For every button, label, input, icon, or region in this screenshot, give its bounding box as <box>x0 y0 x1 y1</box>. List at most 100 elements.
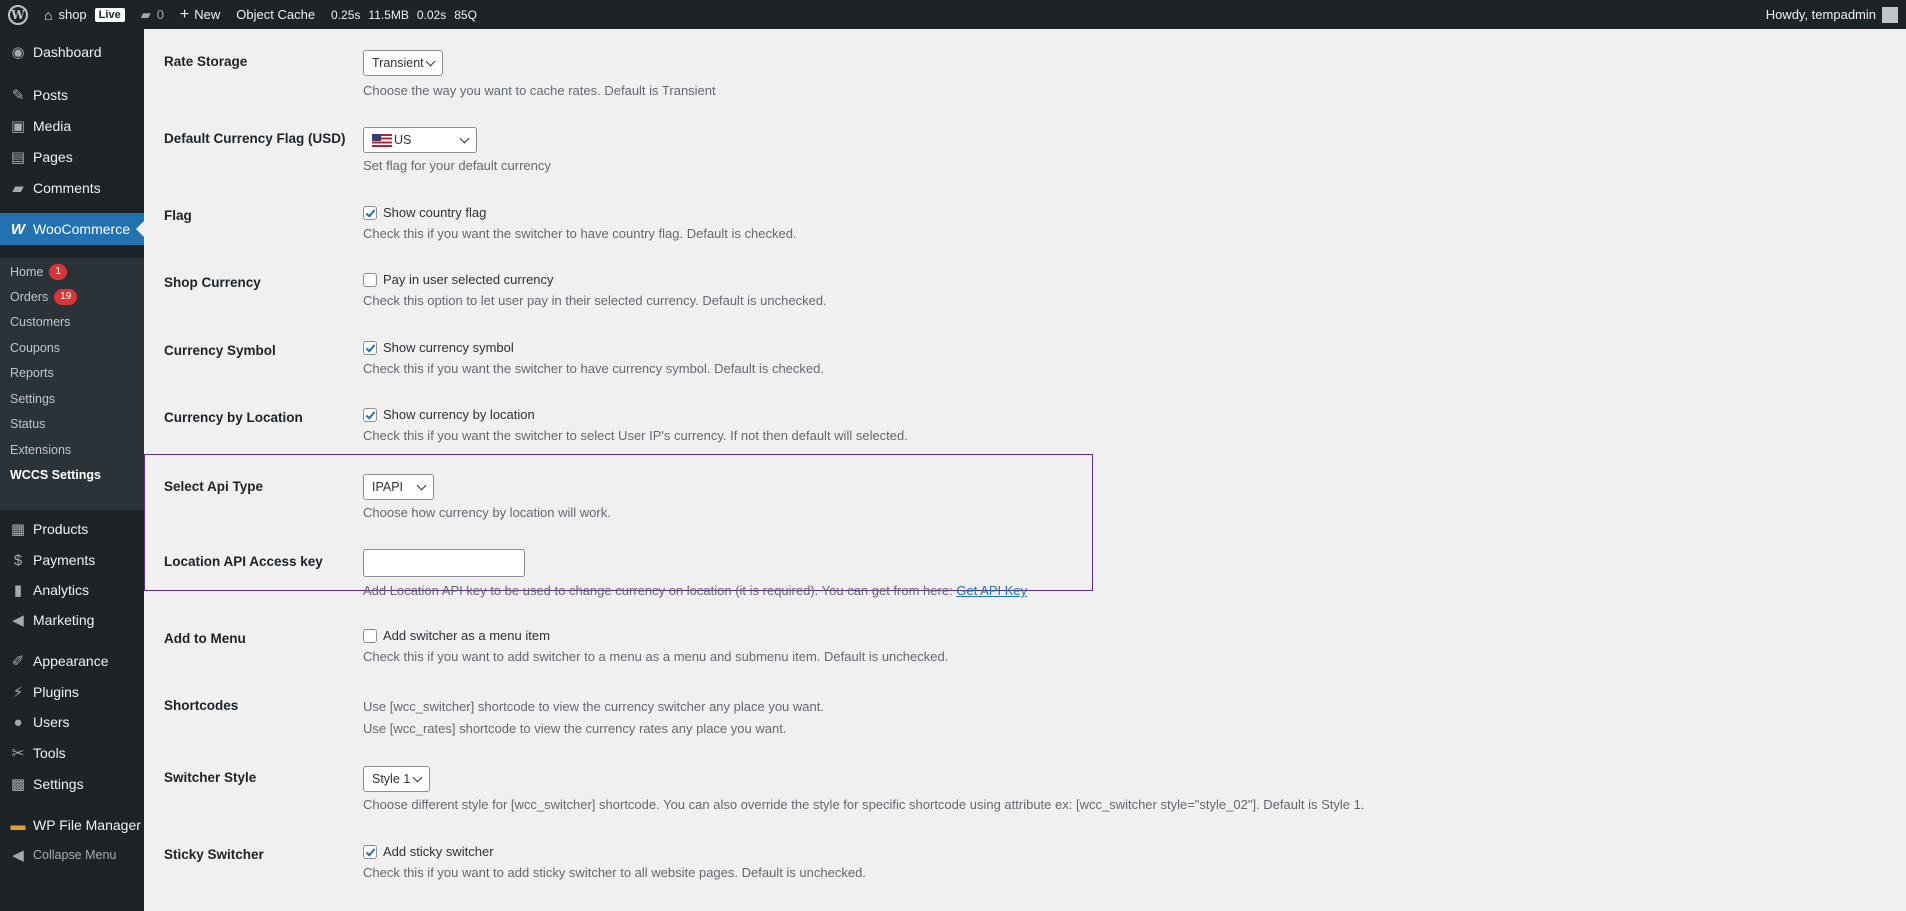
menu-item-payments[interactable]: $ Payments <box>0 544 144 576</box>
menu-item-posts[interactable]: ✎ Posts <box>0 79 144 111</box>
menu-item-media[interactable]: ▣ Media <box>0 110 144 142</box>
menu-item-woocommerce[interactable]: W WooCommerce <box>0 213 144 245</box>
submenu-wccs-settings[interactable]: WCCS Settings <box>10 464 101 486</box>
live-badge: Live <box>94 7 125 22</box>
select-value: Transient <box>372 56 424 70</box>
menu-item-products[interactable]: ▦ Products <box>0 513 144 545</box>
menu-label: Users <box>33 714 70 730</box>
plugin-icon: ⚡ <box>12 684 24 701</box>
currency-symbol-label: Currency Symbol <box>164 343 276 358</box>
object-cache-label: Object Cache <box>236 7 316 22</box>
avatar <box>1882 6 1898 23</box>
location-api-key-input[interactable] <box>363 549 525 577</box>
menu-label: Analytics <box>33 582 90 598</box>
switcher-style-select[interactable]: Style 1 <box>363 766 430 792</box>
get-api-key-link[interactable]: Get API Key <box>956 583 1027 598</box>
submenu-coupons[interactable]: Coupons <box>10 337 60 359</box>
site-name-link[interactable]: ⌂ shop Live <box>36 0 133 29</box>
submenu-reports[interactable]: Reports <box>10 362 54 384</box>
wordpress-logo-button[interactable]: W <box>0 0 36 29</box>
pages-icon: ▤ <box>10 149 26 166</box>
flag-checkbox-row[interactable]: Show country flag <box>363 205 486 220</box>
menu-item-marketing[interactable]: ◀ Marketing <box>0 604 144 636</box>
object-cache-link[interactable]: Object Cache <box>228 0 323 29</box>
my-account-link[interactable]: Howdy, tempadmin <box>1765 6 1906 23</box>
show-currency-symbol-checkbox[interactable] <box>363 340 377 355</box>
show-country-flag-checkbox[interactable] <box>363 205 377 220</box>
menu-label: Products <box>33 521 89 537</box>
menu-label: Payments <box>33 552 96 568</box>
shop-currency-checkbox-row[interactable]: Pay in user selected currency <box>363 272 554 287</box>
menu-item-settings[interactable]: ▩ Settings <box>0 768 144 800</box>
orders-count-badge: 19 <box>54 289 78 305</box>
menu-item-analytics[interactable]: ▮ Analytics <box>0 574 144 606</box>
folder-icon: ▬ <box>10 816 26 834</box>
collapse-menu-button[interactable]: ◀ Collapse Menu <box>0 839 144 871</box>
wrench-icon: ✂ <box>11 745 25 762</box>
currency-by-location-checkbox-row[interactable]: Show currency by location <box>363 407 535 422</box>
stat-db-time: 0.02s <box>416 7 447 22</box>
menu-label: Settings <box>33 776 84 792</box>
menu-label: Pages <box>33 149 73 165</box>
menu-item-plugins[interactable]: ⚡ Plugins <box>0 676 144 708</box>
comments-link[interactable]: ▰ 0 <box>133 0 172 29</box>
shop-currency-description: Check this option to let user pay in the… <box>363 293 827 308</box>
api-type-label: Select Api Type <box>164 479 264 494</box>
comment-bubble-icon: ▰ <box>140 6 151 22</box>
submenu-extensions[interactable]: Extensions <box>10 439 71 461</box>
add-sticky-switcher-checkbox[interactable] <box>363 844 377 859</box>
wordpress-icon: W <box>8 4 28 25</box>
menu-item-dashboard[interactable]: ◉ Dashboard <box>0 36 144 68</box>
shortcodes-label: Shortcodes <box>164 698 239 713</box>
paintbrush-icon: ✐ <box>11 653 25 670</box>
comments-icon: ▰ <box>12 180 24 197</box>
submenu-home[interactable]: Home 1 <box>10 261 67 283</box>
menu-item-wp-file-manager[interactable]: ▬ WP File Manager <box>0 809 144 841</box>
default-flag-description: Set flag for your default currency <box>363 158 551 173</box>
sticky-switcher-description: Check this if you want to add sticky swi… <box>363 865 866 880</box>
chevron-down-icon <box>416 480 427 491</box>
settings-form: Rate Storage Transient Choose the way yo… <box>144 29 1906 911</box>
menu-label: Dashboard <box>33 44 102 60</box>
submenu-settings[interactable]: Settings <box>10 388 55 410</box>
currency-symbol-checkbox-row[interactable]: Show currency symbol <box>363 340 514 355</box>
home-count-badge: 1 <box>49 264 67 280</box>
switcher-style-label: Switcher Style <box>164 770 257 785</box>
location-key-description: Add Location API key to be used to chang… <box>363 583 1027 598</box>
menu-label: Posts <box>33 87 69 103</box>
currency-by-location-description: Check this if you want the switcher to s… <box>363 428 908 443</box>
pay-in-selected-currency-checkbox[interactable] <box>363 272 377 287</box>
query-monitor-stats[interactable]: 0.25s 11.5MB 0.02s 85Q <box>323 0 493 29</box>
sticky-switcher-checkbox-row[interactable]: Add sticky switcher <box>363 844 494 859</box>
new-label: New <box>194 7 221 22</box>
show-currency-by-location-checkbox[interactable] <box>363 407 377 422</box>
checkbox-label: Add sticky switcher <box>383 844 494 859</box>
currency-by-location-label: Currency by Location <box>164 410 303 425</box>
location-api-highlight <box>144 454 1093 591</box>
submenu-customers[interactable]: Customers <box>10 311 70 333</box>
menu-item-comments[interactable]: ▰ Comments <box>0 172 144 204</box>
stat-memory: 11.5MB <box>368 7 409 22</box>
menu-label: Tools <box>33 745 66 761</box>
pushpin-icon: ✎ <box>11 87 25 104</box>
menu-item-appearance[interactable]: ✐ Appearance <box>0 645 144 677</box>
add-to-menu-description: Check this if you want to add switcher t… <box>363 649 949 664</box>
checkbox-label: Show currency by location <box>383 407 535 422</box>
chevron-down-icon <box>459 133 470 144</box>
api-type-select[interactable]: IPAPI <box>363 474 434 500</box>
new-content-button[interactable]: + New <box>172 0 228 29</box>
site-name-text: shop <box>58 7 87 22</box>
menu-item-pages[interactable]: ▤ Pages <box>0 141 144 173</box>
add-switcher-menu-item-checkbox[interactable] <box>363 628 377 643</box>
woocommerce-submenu: Home 1 Orders 19 Customers Coupons Repor… <box>0 258 144 510</box>
menu-item-users[interactable]: ● Users <box>0 706 144 738</box>
default-flag-select[interactable]: US <box>363 127 477 153</box>
submenu-orders[interactable]: Orders 19 <box>10 286 78 308</box>
us-flag-icon <box>372 133 392 147</box>
howdy-text: Howdy, tempadmin <box>1765 7 1876 22</box>
submenu-status[interactable]: Status <box>10 413 45 435</box>
add-to-menu-checkbox-row[interactable]: Add switcher as a menu item <box>363 628 550 643</box>
rate-storage-select[interactable]: Transient <box>363 50 443 76</box>
menu-item-tools[interactable]: ✂ Tools <box>0 737 144 769</box>
select-value: Style 1 <box>372 772 411 786</box>
